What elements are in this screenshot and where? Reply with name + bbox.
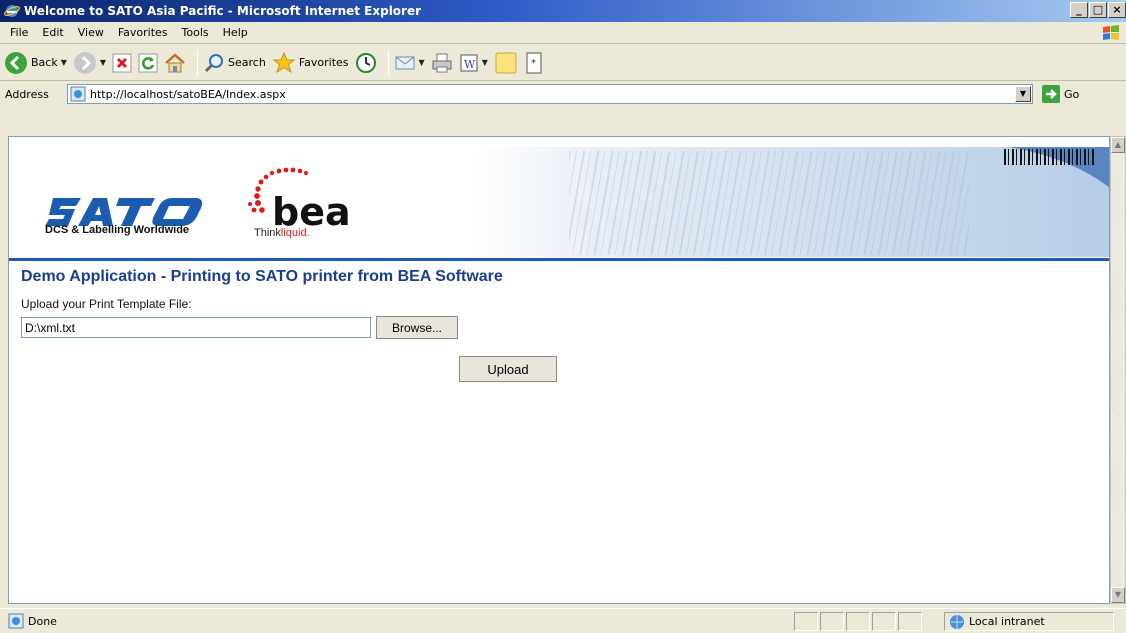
browse-button[interactable]: Browse... <box>376 316 458 339</box>
status-pane <box>898 612 922 631</box>
go-label: Go <box>1064 87 1080 101</box>
stop-icon <box>112 53 132 72</box>
back-dropdown-icon[interactable]: ▼ <box>61 58 67 67</box>
edit-button[interactable]: W ▼ <box>459 49 488 77</box>
page-icon <box>70 86 86 102</box>
status-pane <box>846 612 870 631</box>
address-bar: Address http://localhost/satoBEA/Index.a… <box>0 82 1126 106</box>
back-arrow-icon <box>5 51 27 74</box>
edit-dropdown-icon[interactable]: ▼ <box>482 58 488 67</box>
sato-tagline: DCS & Labelling Worldwide <box>45 224 190 236</box>
vertical-scrollbar[interactable]: ▲ ▼ <box>1110 136 1126 604</box>
status-text: Done <box>28 614 57 628</box>
status-bar: Done Local intranet <box>0 608 1126 633</box>
go-arrow-icon <box>1042 85 1060 103</box>
forward-dropdown-icon[interactable]: ▼ <box>100 58 106 67</box>
printer-icon <box>432 53 452 72</box>
windows-logo-icon <box>1103 25 1119 40</box>
file-path-input[interactable] <box>21 317 371 338</box>
zone-label: Local intranet <box>969 615 1045 628</box>
refresh-icon <box>138 53 158 72</box>
menu-tools[interactable]: Tools <box>175 26 216 39</box>
bea-tagline: Thinkliquid. <box>254 227 310 239</box>
mail-icon <box>395 56 415 69</box>
forward-button[interactable]: ▼ <box>73 49 106 77</box>
toolbar-separator <box>197 49 199 76</box>
banner-barcode-pattern <box>569 151 969 255</box>
word-icon: W <box>460 54 478 71</box>
favorites-button[interactable]: Favorites <box>272 49 349 77</box>
security-zone[interactable]: Local intranet <box>944 612 1114 631</box>
search-button[interactable]: Search <box>203 49 266 77</box>
mail-dropdown-icon[interactable]: ▼ <box>419 58 425 67</box>
menu-file[interactable]: File <box>3 26 35 39</box>
menu-bar: File Edit View Favorites Tools Help <box>0 22 1126 44</box>
svg-text:W: W <box>464 58 476 71</box>
forward-arrow-icon <box>73 51 96 74</box>
favorites-label: Favorites <box>298 56 349 69</box>
home-button[interactable] <box>164 49 186 77</box>
discuss-button[interactable] <box>494 49 518 77</box>
address-url: http://localhost/satoBEA/Index.aspx <box>90 87 286 101</box>
bea-tagline-liquid: liquid. <box>280 227 310 239</box>
history-button[interactable] <box>355 49 377 77</box>
history-icon <box>355 52 376 73</box>
toolbar: Back ▼ ▼ Search Favorites ▼ W ▼ * <box>0 45 1126 81</box>
search-icon <box>204 53 224 72</box>
menu-favorites[interactable]: Favorites <box>111 26 175 39</box>
page-title: Demo Application - Printing to SATO prin… <box>21 268 503 285</box>
svg-text:*: * <box>531 58 536 69</box>
stop-button[interactable] <box>112 49 132 77</box>
bea-tagline-think: Think <box>254 227 281 239</box>
minimize-button[interactable]: _ <box>1070 2 1088 18</box>
window-title: Welcome to SATO Asia Pacific - Microsoft… <box>24 4 422 18</box>
title-bar: Welcome to SATO Asia Pacific - Microsoft… <box>0 0 1126 22</box>
menu-help[interactable]: Help <box>216 26 255 39</box>
close-button[interactable]: × <box>1108 2 1126 18</box>
header-divider <box>9 258 1109 261</box>
address-label: Address <box>5 87 49 101</box>
address-dropdown-icon[interactable]: ▼ <box>1015 86 1031 102</box>
favorites-star-icon <box>272 51 296 73</box>
maximize-button[interactable]: □ <box>1089 2 1107 18</box>
print-button[interactable] <box>431 49 453 77</box>
status-pane <box>820 612 844 631</box>
messenger-icon: * <box>526 52 542 73</box>
messenger-button[interactable]: * <box>524 49 544 77</box>
menu-edit[interactable]: Edit <box>35 26 70 39</box>
page-done-icon <box>8 613 24 629</box>
header-banner: DCS & Labelling Worldwide bea Thinkliqui… <box>9 137 1109 261</box>
refresh-button[interactable] <box>138 49 158 77</box>
barcode-graphic <box>1004 149 1094 165</box>
go-button[interactable]: Go <box>1042 85 1079 103</box>
mail-button[interactable]: ▼ <box>394 49 425 77</box>
status-panes <box>794 612 924 631</box>
back-label: Back <box>31 56 58 69</box>
intranet-globe-icon <box>950 614 964 629</box>
home-icon <box>165 52 185 72</box>
upload-label: Upload your Print Template File: <box>21 297 192 311</box>
status-pane <box>794 612 818 631</box>
status-pane <box>872 612 896 631</box>
address-input[interactable]: http://localhost/satoBEA/Index.aspx ▼ <box>67 84 1033 104</box>
note-icon <box>495 52 517 73</box>
back-button[interactable]: Back ▼ <box>4 49 67 77</box>
upload-button[interactable]: Upload <box>459 356 557 382</box>
toolbar-separator <box>387 49 389 76</box>
menu-view[interactable]: View <box>71 26 111 39</box>
page-viewport: DCS & Labelling Worldwide bea Thinkliqui… <box>8 136 1110 604</box>
ie-icon <box>4 5 20 17</box>
scroll-up-arrow-icon[interactable]: ▲ <box>1111 137 1125 153</box>
search-label: Search <box>228 56 266 69</box>
scroll-down-arrow-icon[interactable]: ▼ <box>1111 587 1125 603</box>
